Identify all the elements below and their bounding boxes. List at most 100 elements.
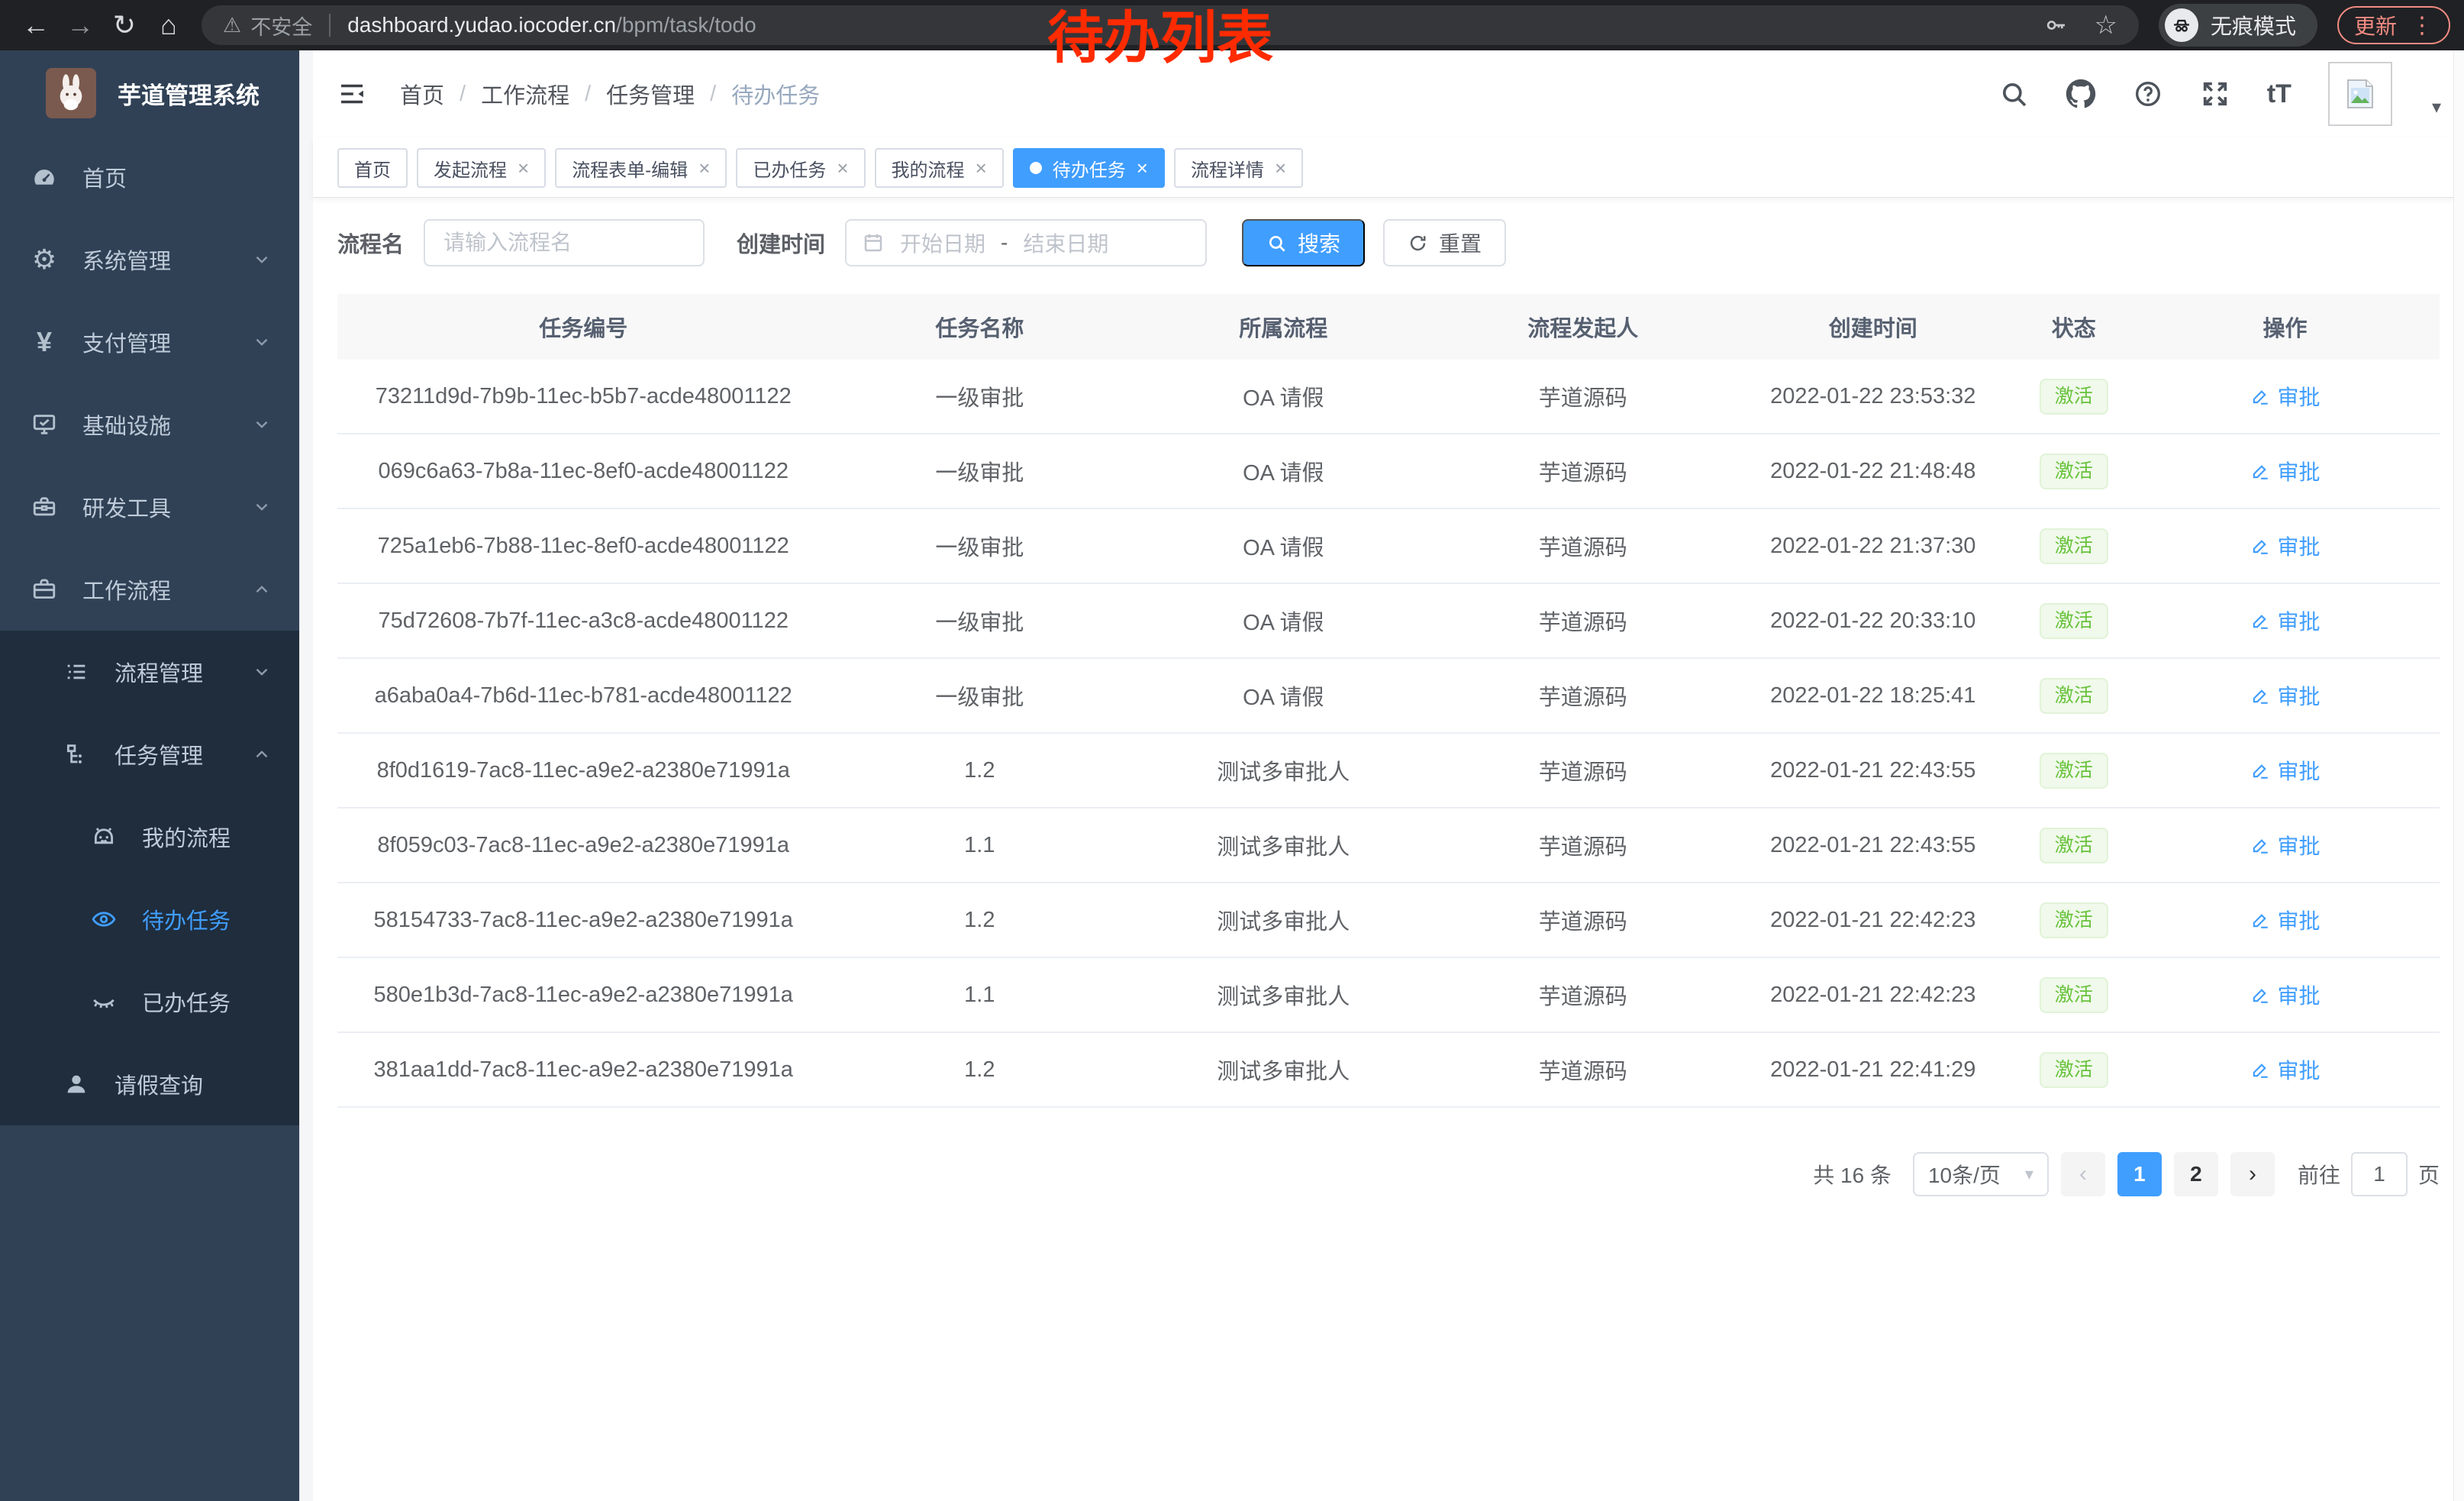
sidebar-item-done-task[interactable]: 已办任务 (0, 960, 299, 1043)
forward-icon[interactable]: → (58, 9, 102, 41)
tab-todo[interactable]: 待办任务× (1013, 148, 1165, 188)
font-size-icon[interactable]: tT (2267, 79, 2291, 109)
chevron-down-icon (252, 415, 272, 434)
process-starter: 芋道源码 (1437, 1054, 1729, 1086)
sidebar-item-system[interactable]: ⚙系统管理 (0, 218, 299, 301)
update-button[interactable]: 更新 ⋮ (2337, 6, 2450, 44)
approve-link[interactable]: 审批 (2250, 830, 2320, 860)
sidebar-scrollbar[interactable] (299, 50, 313, 1501)
page-number-1[interactable]: 1 (2117, 1152, 2162, 1196)
approve-link[interactable]: 审批 (2250, 980, 2320, 1010)
incognito-badge: 无痕模式 (2159, 4, 2317, 47)
task-name: 1.2 (829, 1057, 1130, 1083)
home-icon[interactable]: ⌂ (147, 9, 191, 41)
process-name: 测试多审批人 (1130, 979, 1437, 1011)
breadcrumb-item[interactable]: 工作流程 (481, 78, 569, 110)
sidebar-item-todo-task[interactable]: 待办任务 (0, 878, 299, 960)
tab-mine[interactable]: 我的流程× (875, 148, 1004, 188)
approve-link[interactable]: 审批 (2250, 905, 2320, 935)
avatar-caret-icon[interactable]: ▾ (2432, 96, 2441, 126)
sidebar-item-leave-query[interactable]: 请假查询 (0, 1043, 299, 1125)
range-separator: - (1001, 231, 1008, 255)
goto-page-input[interactable] (2351, 1152, 2408, 1196)
close-icon[interactable]: × (518, 158, 529, 178)
table-row: 8f059c03-7ac8-11ec-a9e2-a2380e71991a1.1测… (337, 809, 2440, 883)
bookmark-star-icon[interactable]: ☆ (2094, 10, 2117, 40)
sidebar-item-payment[interactable]: ¥支付管理 (0, 301, 299, 383)
approve-link[interactable]: 审批 (2250, 605, 2320, 636)
process-name: 测试多审批人 (1130, 904, 1437, 936)
close-icon[interactable]: × (1275, 158, 1286, 178)
back-icon[interactable]: ← (14, 9, 58, 41)
pencil-icon (2250, 1060, 2270, 1080)
app-logo (46, 68, 96, 118)
process-starter: 芋道源码 (1437, 380, 1729, 412)
approve-link[interactable]: 审批 (2250, 680, 2320, 711)
close-icon[interactable]: × (837, 158, 848, 178)
tab-detail[interactable]: 流程详情 × (1174, 148, 1303, 188)
breadcrumb-item[interactable]: 任务管理 (606, 78, 695, 110)
browser-menu-icon[interactable]: ⋮ (2411, 12, 2433, 39)
sidebar-item-task-mgmt[interactable]: 任务管理 (0, 713, 299, 796)
page-number-2[interactable]: 2 (2174, 1152, 2218, 1196)
tab-form-edit[interactable]: 流程表单-编辑× (555, 148, 727, 188)
chevron-down-icon (252, 250, 272, 270)
pencil-icon (2250, 386, 2270, 406)
close-icon[interactable]: × (976, 158, 987, 178)
sidebar-item-infra[interactable]: 基础设施 (0, 383, 299, 466)
sidebar-item-my-process[interactable]: 我的流程 (0, 796, 299, 878)
breadcrumb-item: 待办任务 (731, 78, 820, 110)
org-tree-icon (58, 741, 95, 767)
tab-label: 发起流程 (434, 155, 507, 182)
approve-link[interactable]: 审批 (2250, 531, 2320, 561)
page-scrollbar[interactable] (2453, 50, 2464, 1501)
prev-page-button[interactable]: ‹ (2061, 1152, 2105, 1196)
next-page-button[interactable]: › (2230, 1152, 2275, 1196)
process-starter: 芋道源码 (1437, 829, 1729, 861)
sidebar-item-process-mgmt[interactable]: 流程管理 (0, 631, 299, 713)
page-url: dashboard.yudao.iocoder.cn/bpm/task/todo (347, 13, 756, 37)
sidebar-item-label: 支付管理 (82, 326, 171, 358)
reload-icon[interactable]: ↻ (102, 9, 147, 41)
collapse-menu-icon[interactable] (336, 78, 368, 110)
sidebar-item-label: 工作流程 (82, 573, 171, 605)
approve-link[interactable]: 审批 (2250, 755, 2320, 786)
reset-button[interactable]: 重置 (1383, 219, 1506, 266)
sidebar-item-devtools[interactable]: 研发工具 (0, 466, 299, 548)
breadcrumb-separator: / (710, 82, 716, 107)
tab-label: 流程详情 (1191, 155, 1264, 182)
tab-home[interactable]: 首页 (337, 148, 408, 188)
date-range-picker[interactable]: 开始日期 - 结束日期 (845, 219, 1207, 266)
process-name: OA 请假 (1130, 380, 1437, 412)
password-key-icon[interactable] (2043, 13, 2068, 37)
task-name: 一级审批 (829, 530, 1130, 562)
sidebar-item-workflow[interactable]: 工作流程 (0, 548, 299, 631)
avatar[interactable] (2328, 62, 2392, 126)
pencil-icon (2250, 910, 2270, 930)
create-time: 2022-01-21 22:42:23 (1729, 983, 2017, 1008)
tab-done[interactable]: 已办任务× (736, 148, 865, 188)
gear-icon: ⚙ (26, 246, 63, 273)
close-icon[interactable]: × (1137, 158, 1148, 178)
github-icon[interactable] (2066, 79, 2096, 109)
approve-link[interactable]: 审批 (2250, 381, 2320, 412)
approve-link[interactable]: 审批 (2250, 456, 2320, 486)
fullscreen-icon[interactable] (2200, 79, 2230, 109)
sidebar-item-label: 待办任务 (142, 903, 231, 935)
page-size-select[interactable]: 10条/页 ▾ (1913, 1152, 2049, 1196)
security-label: 不安全 (250, 11, 312, 40)
sidebar-item-home[interactable]: 首页 (0, 136, 299, 218)
approve-link[interactable]: 审批 (2250, 1054, 2320, 1085)
process-name-input[interactable] (424, 219, 705, 266)
not-secure-warning-icon: ⚠ (223, 14, 241, 37)
search-icon[interactable] (1998, 79, 2029, 109)
task-id: 73211d9d-7b9b-11ec-b5b7-acde48001122 (337, 384, 829, 409)
tab-start[interactable]: 发起流程 × (417, 148, 546, 188)
close-icon[interactable]: × (698, 158, 710, 178)
search-button[interactable]: 搜索 (1242, 219, 1365, 266)
app-logo-row[interactable]: 芋道管理系统 (0, 50, 299, 136)
monitor-icon (26, 412, 63, 437)
task-id: 58154733-7ac8-11ec-a9e2-a2380e71991a (337, 908, 829, 933)
help-icon[interactable] (2133, 79, 2163, 109)
breadcrumb-item[interactable]: 首页 (400, 78, 444, 110)
